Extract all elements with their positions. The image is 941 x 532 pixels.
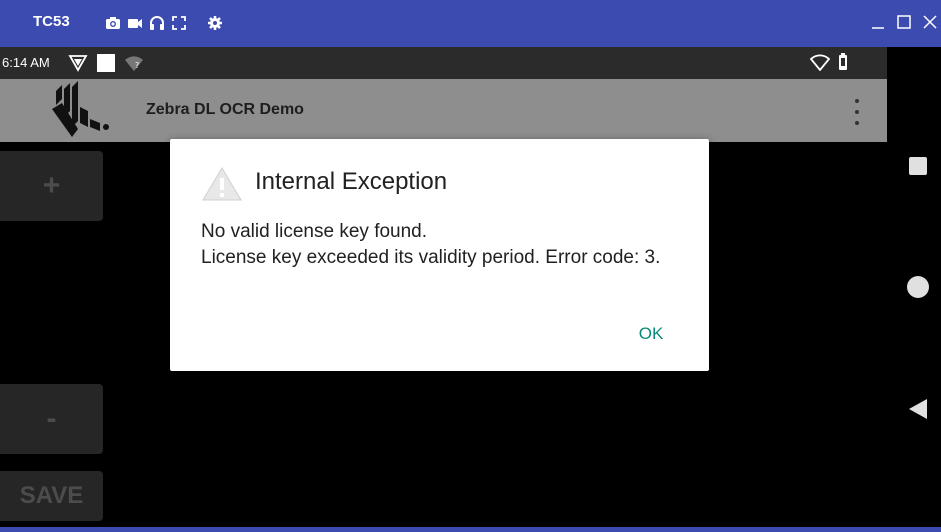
status-bar: 6:14 AM ?: [0, 47, 887, 79]
app-title: Zebra DL OCR Demo: [146, 101, 304, 118]
recent-apps-icon[interactable]: [909, 157, 927, 175]
back-icon[interactable]: [907, 397, 929, 426]
camera-icon[interactable]: [105, 15, 121, 31]
gear-icon[interactable]: [207, 15, 223, 31]
maximize-icon[interactable]: [897, 14, 911, 30]
window-title: TC53: [33, 13, 70, 30]
headphones-icon[interactable]: [149, 15, 165, 31]
ok-button[interactable]: OK: [626, 320, 676, 348]
emulator-toolbar: [105, 15, 223, 31]
navigation-bar: [887, 47, 941, 527]
emulator-title-bar: TC53: [0, 0, 941, 47]
battery-icon: [838, 53, 848, 74]
minimize-icon[interactable]: [871, 14, 885, 30]
close-icon[interactable]: [923, 14, 937, 30]
wifi-icon: [809, 53, 831, 74]
error-dialog: Internal Exception No valid license key …: [170, 139, 709, 371]
save-button[interactable]: SAVE: [0, 471, 103, 521]
warning-icon: [201, 166, 243, 207]
white-square-icon: [96, 53, 116, 76]
window-bottom-border: [0, 527, 941, 532]
zoom-out-button[interactable]: -: [0, 384, 103, 454]
app-bar: Zebra DL OCR Demo: [0, 79, 887, 142]
fullscreen-icon[interactable]: [171, 15, 187, 31]
home-icon[interactable]: [907, 276, 929, 298]
zebra-logo: [48, 81, 110, 146]
zoom-in-button[interactable]: +: [0, 151, 103, 221]
svg-text:?: ?: [135, 61, 139, 70]
wifi-question-icon: ?: [124, 54, 144, 75]
window-controls: [871, 14, 937, 30]
shield-icon: [68, 54, 88, 75]
dialog-title: Internal Exception: [255, 168, 448, 195]
status-time: 6:14 AM: [2, 55, 50, 70]
dialog-message: No valid license key found. License key …: [201, 221, 661, 268]
video-icon[interactable]: [127, 15, 143, 31]
overflow-menu-icon[interactable]: [851, 99, 863, 125]
